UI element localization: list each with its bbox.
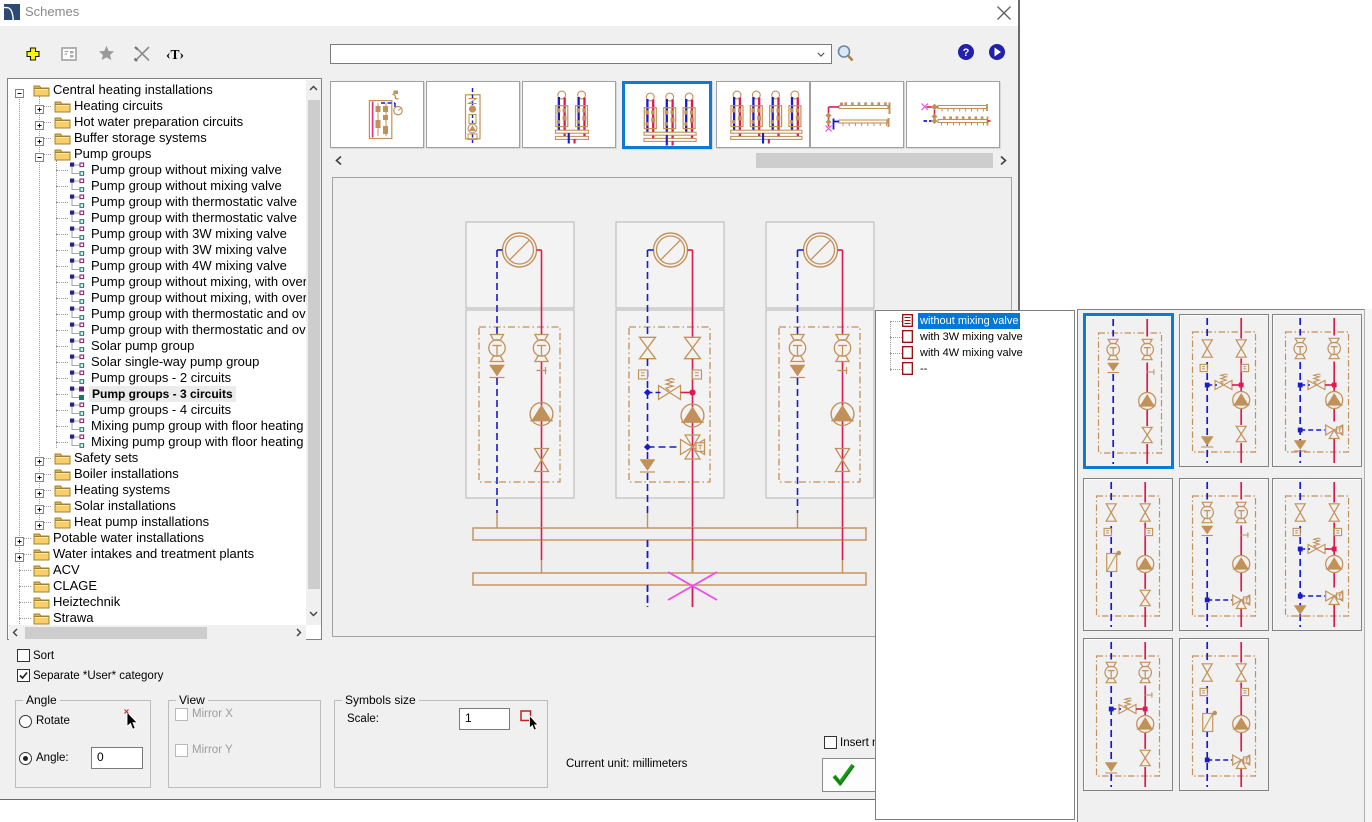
svg-text:?: ? [963,47,970,59]
